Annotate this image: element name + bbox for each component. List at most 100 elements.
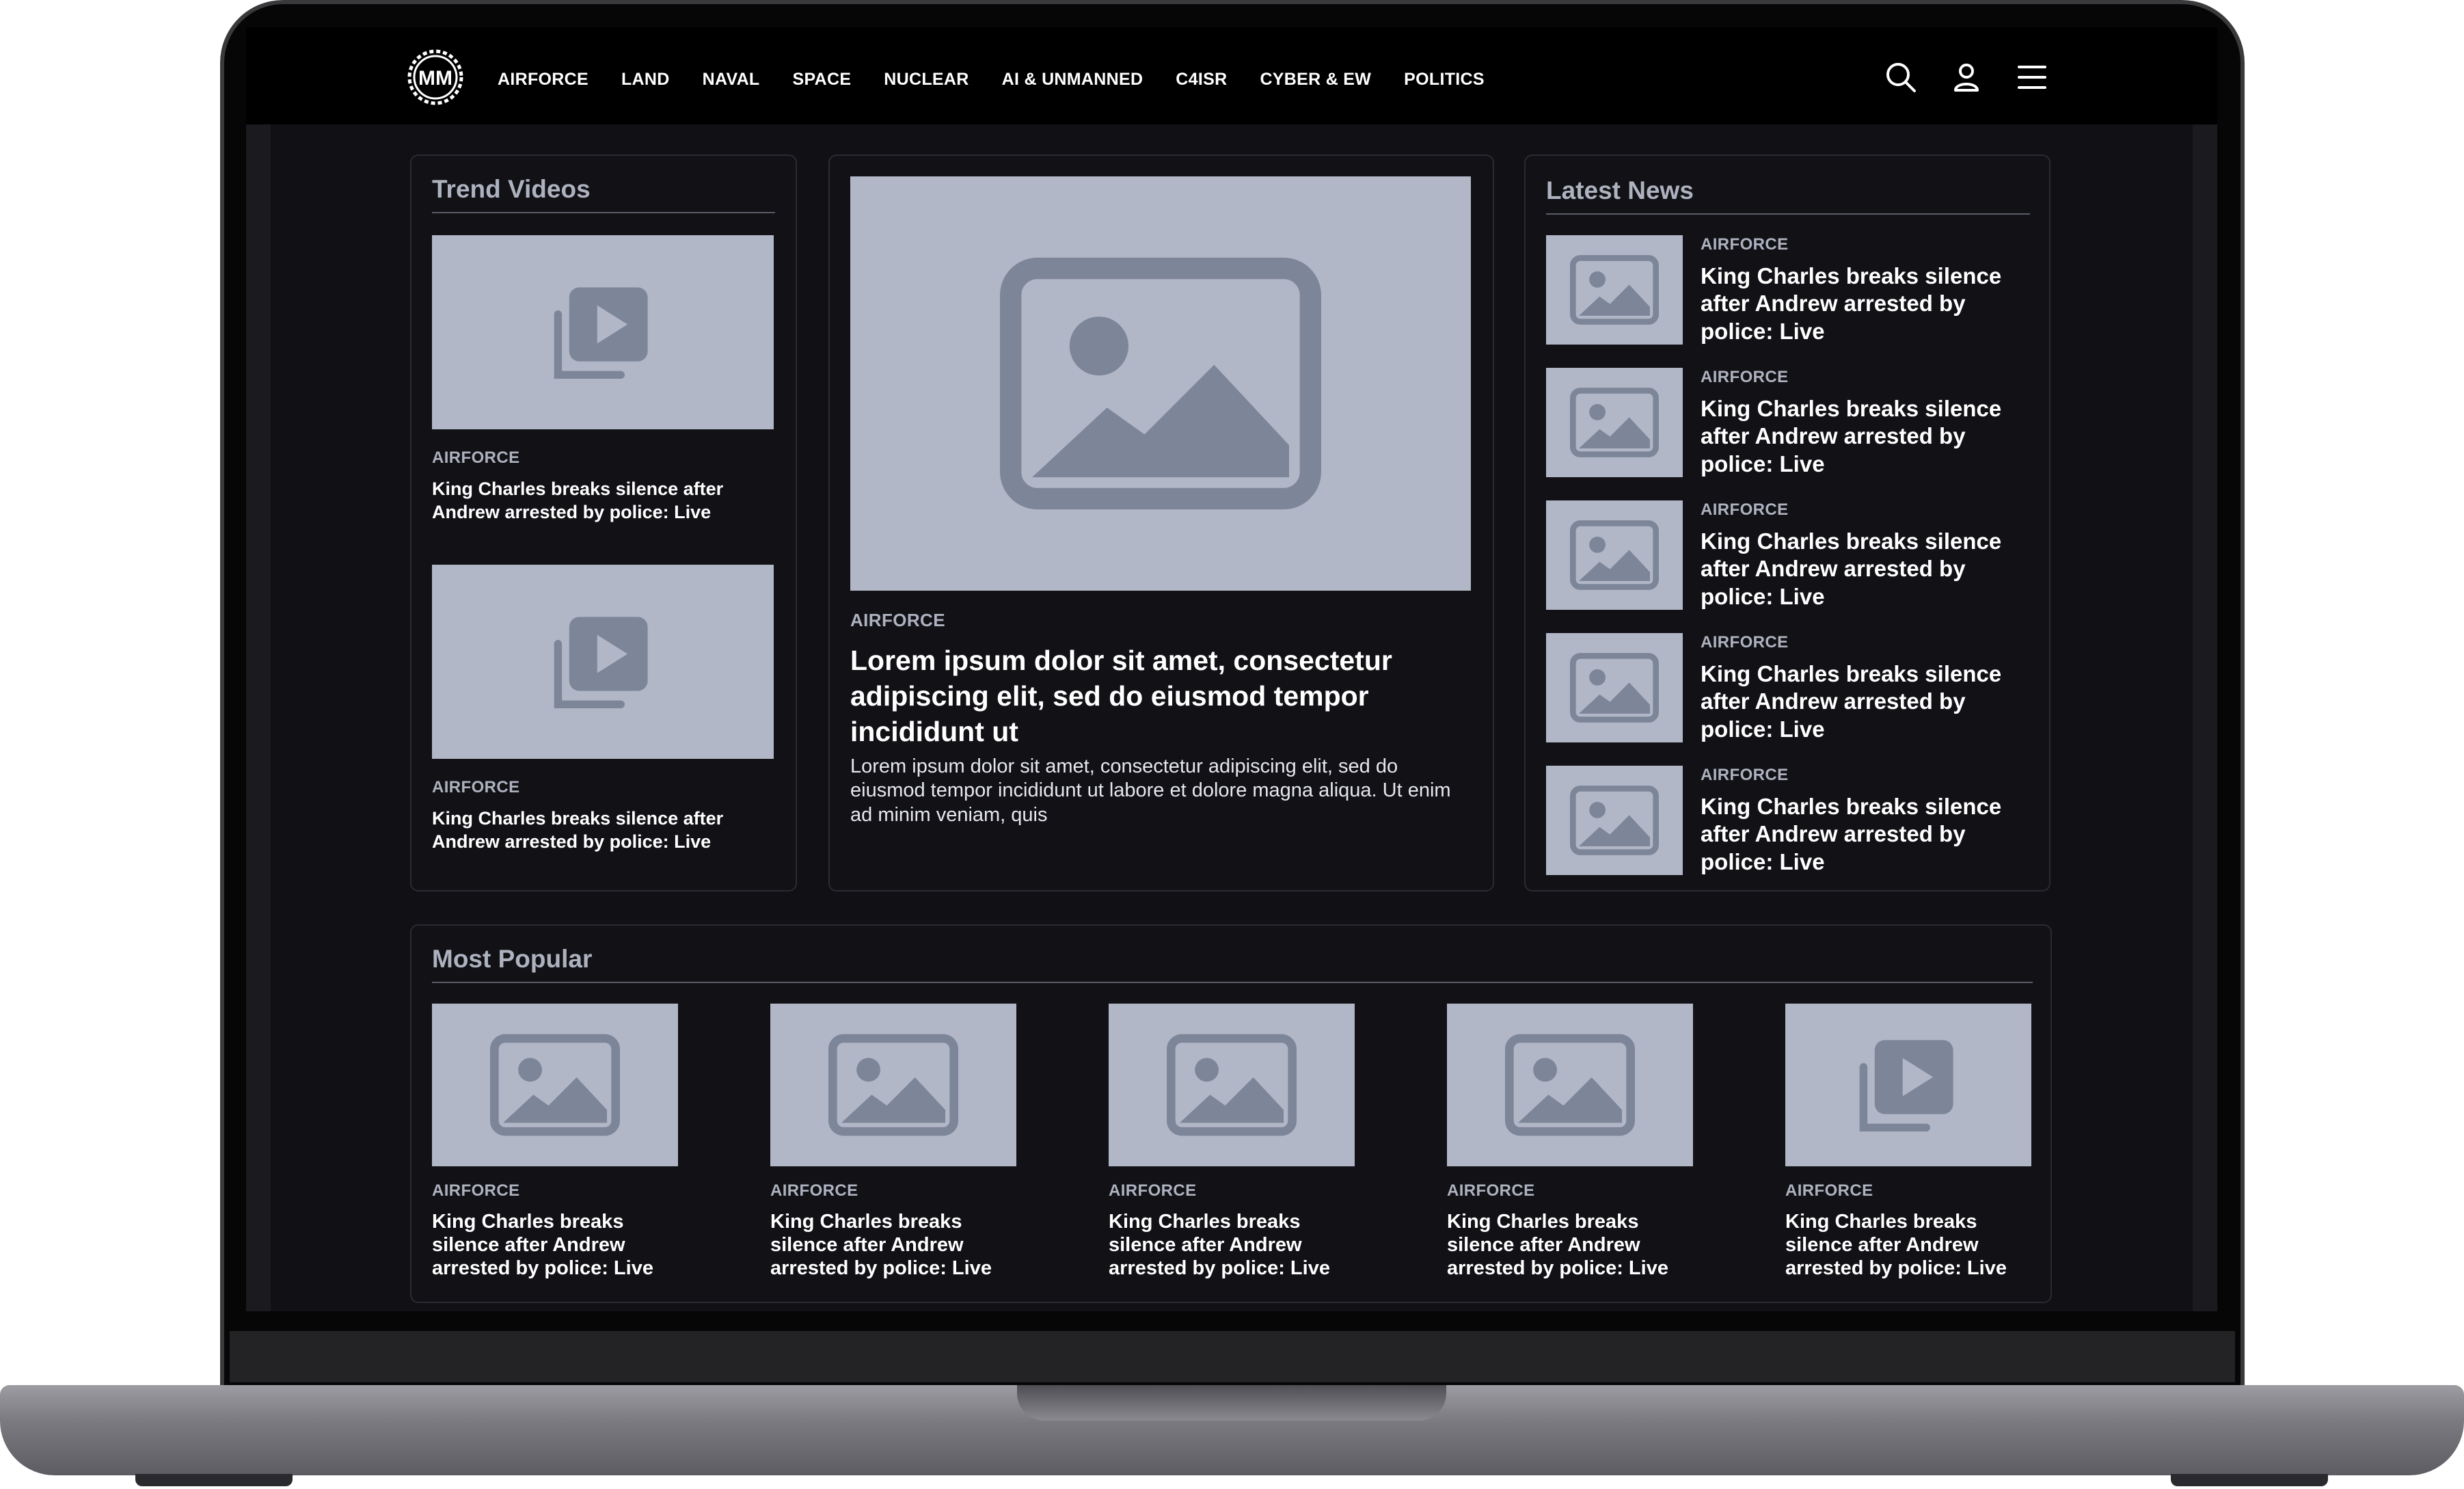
item-headline[interactable]: King Charles breaks silence after Andrew… xyxy=(1701,263,2035,345)
news-item[interactable]: AIRFORCE King Charles breaks silence aft… xyxy=(1546,500,2038,623)
site-logo[interactable]: MM xyxy=(406,48,465,107)
nav-link-naval[interactable]: NAVAL xyxy=(703,70,760,90)
screen: MM AIRFORCE LAND NAVAL SPACE NUCLEAR AI … xyxy=(246,27,2217,1311)
popular-item[interactable]: AIRFORCE King Charles breaks silence aft… xyxy=(1109,1004,1355,1298)
item-category: AIRFORCE xyxy=(432,1181,520,1200)
popular-thumbnail[interactable] xyxy=(1447,1004,1693,1166)
video-placeholder-icon xyxy=(554,287,648,379)
nav-link-c4isr[interactable]: C4ISR xyxy=(1176,70,1227,90)
user-icon[interactable] xyxy=(1949,60,1984,94)
laptop-foot-right xyxy=(2171,1474,2328,1486)
section-divider xyxy=(1546,213,2030,215)
item-headline[interactable]: King Charles breaks silence after Andrew… xyxy=(432,477,774,524)
nav-link-airforce[interactable]: AIRFORCE xyxy=(498,70,588,90)
latest-news-card: Latest News AIRFORCE King Charles breaks… xyxy=(1524,155,2050,891)
nav-link-politics[interactable]: POLITICS xyxy=(1404,70,1485,90)
popular-item[interactable]: AIRFORCE King Charles breaks silence aft… xyxy=(1447,1004,1693,1298)
video-thumbnail[interactable] xyxy=(432,235,774,429)
item-headline[interactable]: King Charles breaks silence after Andrew… xyxy=(432,1210,678,1280)
news-item[interactable]: AIRFORCE King Charles breaks silence aft… xyxy=(1546,368,2038,491)
nav-link-land[interactable]: LAND xyxy=(621,70,670,90)
most-popular-title: Most Popular xyxy=(432,945,593,973)
image-placeholder-icon xyxy=(828,1034,958,1136)
gear-logo-icon: MM xyxy=(407,49,463,105)
left-gutter xyxy=(246,124,271,1311)
laptop-chin xyxy=(230,1331,2235,1382)
image-placeholder-icon xyxy=(1570,786,1659,855)
item-category: AIRFORCE xyxy=(432,778,520,796)
item-headline[interactable]: King Charles breaks silence after Andrew… xyxy=(1701,528,2035,611)
nav-link-space[interactable]: SPACE xyxy=(793,70,852,90)
news-thumbnail[interactable] xyxy=(1546,500,1683,610)
nav-links: AIRFORCE LAND NAVAL SPACE NUCLEAR AI & U… xyxy=(498,70,1517,90)
item-headline[interactable]: King Charles breaks silence after Andrew… xyxy=(1701,395,2035,478)
featured-image[interactable] xyxy=(850,176,1471,591)
item-category: AIRFORCE xyxy=(1701,368,1789,386)
news-thumbnail[interactable] xyxy=(1546,235,1683,345)
search-icon[interactable] xyxy=(1884,60,1918,94)
popular-item[interactable]: AIRFORCE King Charles breaks silence aft… xyxy=(770,1004,1016,1298)
news-item[interactable]: AIRFORCE King Charles breaks silence aft… xyxy=(1546,633,2038,756)
item-category: AIRFORCE xyxy=(1447,1181,1535,1200)
popular-thumbnail[interactable] xyxy=(432,1004,678,1166)
trend-videos-title: Trend Videos xyxy=(432,175,591,203)
featured-category: AIRFORCE xyxy=(850,610,945,630)
nav-actions xyxy=(1884,60,2049,94)
logo-text: MM xyxy=(418,67,452,90)
item-headline[interactable]: King Charles breaks silence after Andrew… xyxy=(1701,660,2035,743)
image-placeholder-icon xyxy=(1570,255,1659,325)
popular-thumbnail[interactable] xyxy=(1785,1004,2031,1166)
laptop-notch xyxy=(1017,1385,1446,1421)
laptop-foot-left xyxy=(135,1474,293,1486)
image-placeholder-icon xyxy=(1570,520,1659,590)
item-category: AIRFORCE xyxy=(1701,633,1789,652)
item-headline[interactable]: King Charles breaks silence after Andrew… xyxy=(1785,1210,2031,1280)
news-item[interactable]: AIRFORCE King Charles breaks silence aft… xyxy=(1546,766,2038,889)
nav-link-nuclear[interactable]: NUCLEAR xyxy=(884,70,969,90)
image-placeholder-icon xyxy=(1167,1034,1297,1136)
item-category: AIRFORCE xyxy=(1109,1181,1197,1200)
section-divider xyxy=(432,212,775,213)
news-item[interactable]: AIRFORCE King Charles breaks silence aft… xyxy=(1546,235,2038,358)
section-divider xyxy=(432,982,2033,983)
menu-icon[interactable] xyxy=(2015,60,2049,94)
right-gutter xyxy=(2193,124,2217,1311)
item-category: AIRFORCE xyxy=(1701,766,1789,784)
nav-link-cyber-ew[interactable]: CYBER & EW xyxy=(1260,70,1371,90)
item-headline[interactable]: King Charles breaks silence after Andrew… xyxy=(770,1210,1016,1280)
featured-description: Lorem ipsum dolor sit amet, consectetur … xyxy=(850,755,1451,826)
item-category: AIRFORCE xyxy=(432,448,520,467)
latest-news-title: Latest News xyxy=(1546,176,1694,204)
image-placeholder-icon xyxy=(1570,388,1659,457)
item-category: AIRFORCE xyxy=(1785,1181,1873,1200)
top-nav: MM AIRFORCE LAND NAVAL SPACE NUCLEAR AI … xyxy=(246,27,2217,124)
nav-link-ai-unmanned[interactable]: AI & UNMANNED xyxy=(1002,70,1143,90)
image-placeholder-icon xyxy=(1570,653,1659,723)
popular-item[interactable]: AIRFORCE King Charles breaks silence aft… xyxy=(432,1004,678,1298)
news-thumbnail[interactable] xyxy=(1546,368,1683,477)
item-headline[interactable]: King Charles breaks silence after Andrew… xyxy=(1447,1210,1693,1280)
popular-thumbnail[interactable] xyxy=(1109,1004,1355,1166)
video-thumbnail[interactable] xyxy=(432,565,774,759)
video-placeholder-icon xyxy=(1859,1040,1953,1132)
image-placeholder-icon xyxy=(1000,257,1321,510)
item-category: AIRFORCE xyxy=(1701,235,1789,254)
news-thumbnail[interactable] xyxy=(1546,766,1683,875)
image-placeholder-icon xyxy=(490,1034,620,1136)
video-item[interactable]: AIRFORCE King Charles breaks silence aft… xyxy=(432,565,774,866)
popular-item[interactable]: AIRFORCE King Charles breaks silence aft… xyxy=(1785,1004,2031,1298)
item-headline[interactable]: King Charles breaks silence after Andrew… xyxy=(432,807,774,853)
video-placeholder-icon xyxy=(554,617,648,709)
featured-headline[interactable]: Lorem ipsum dolor sit amet, consectetur … xyxy=(850,643,1472,749)
item-headline[interactable]: King Charles breaks silence after Andrew… xyxy=(1701,793,2035,876)
news-thumbnail[interactable] xyxy=(1546,633,1683,742)
video-item[interactable]: AIRFORCE King Charles breaks silence aft… xyxy=(432,235,774,536)
item-category: AIRFORCE xyxy=(1701,500,1789,519)
most-popular-card: Most Popular AIRFORCE King Charles break… xyxy=(410,924,2052,1303)
item-headline[interactable]: King Charles breaks silence after Andrew… xyxy=(1109,1210,1355,1280)
image-placeholder-icon xyxy=(1505,1034,1635,1136)
popular-thumbnail[interactable] xyxy=(770,1004,1016,1166)
trend-videos-card: Trend Videos AIRFORCE King Charles break… xyxy=(410,155,797,891)
item-category: AIRFORCE xyxy=(770,1181,858,1200)
featured-card[interactable]: AIRFORCE Lorem ipsum dolor sit amet, con… xyxy=(828,155,1494,891)
